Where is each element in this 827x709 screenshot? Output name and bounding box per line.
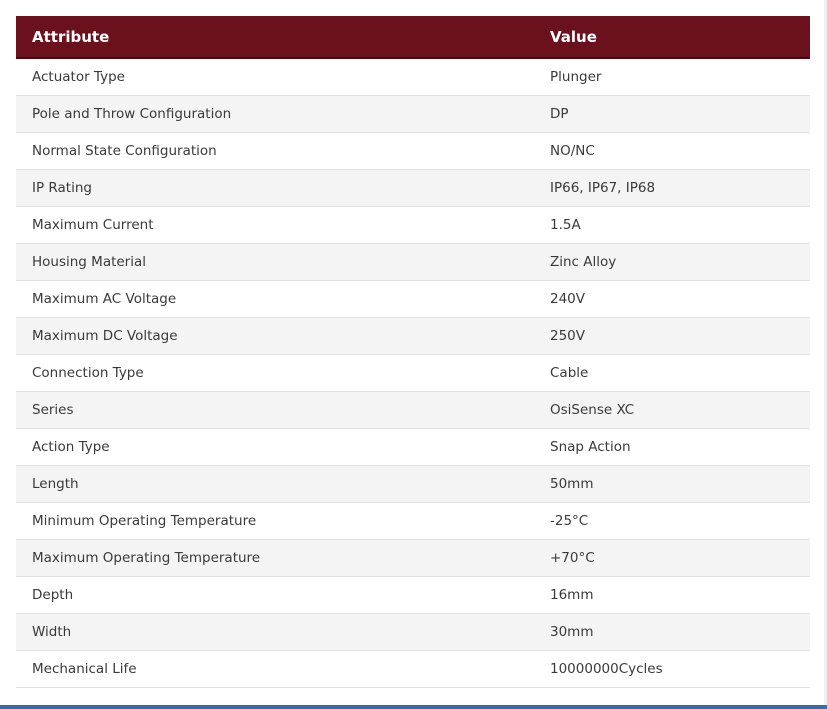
attribute-cell: Action Type bbox=[16, 428, 534, 466]
attribute-cell: Normal State Configuration bbox=[16, 132, 534, 170]
value-cell: Zinc Alloy bbox=[534, 243, 810, 281]
attribute-cell: Maximum AC Voltage bbox=[16, 280, 534, 318]
value-cell: 30mm bbox=[534, 613, 810, 651]
table-row: Normal State Configuration NO/NC bbox=[16, 132, 810, 170]
attribute-cell: Pole and Throw Configuration bbox=[16, 95, 534, 133]
attribute-cell: Maximum DC Voltage bbox=[16, 317, 534, 355]
value-cell: OsiSense XC bbox=[534, 391, 810, 429]
table-row: Width 30mm bbox=[16, 613, 810, 651]
attribute-cell: IP Rating bbox=[16, 169, 534, 207]
table-row: Pole and Throw Configuration DP bbox=[16, 95, 810, 133]
attribute-cell: Width bbox=[16, 613, 534, 651]
value-column-header: Value bbox=[534, 16, 810, 59]
value-cell: 240V bbox=[534, 280, 810, 318]
value-cell: 50mm bbox=[534, 465, 810, 503]
value-cell: 10000000Cycles bbox=[534, 650, 810, 688]
value-cell: -25°C bbox=[534, 502, 810, 540]
attribute-cell: Minimum Operating Temperature bbox=[16, 502, 534, 540]
table-row: Series OsiSense XC bbox=[16, 391, 810, 429]
attribute-cell: Length bbox=[16, 465, 534, 503]
table-row: Maximum DC Voltage 250V bbox=[16, 317, 810, 355]
bottom-divider bbox=[0, 705, 827, 709]
table-row: Maximum Operating Temperature +70°C bbox=[16, 539, 810, 577]
value-cell: 1.5A bbox=[534, 206, 810, 244]
table-row: Depth 16mm bbox=[16, 576, 810, 614]
table-row: Housing Material Zinc Alloy bbox=[16, 243, 810, 281]
attribute-cell: Actuator Type bbox=[16, 58, 534, 96]
attribute-cell: Mechanical Life bbox=[16, 650, 534, 688]
header-row: Attribute Value bbox=[16, 16, 810, 59]
table-row: Action Type Snap Action bbox=[16, 428, 810, 466]
value-cell: +70°C bbox=[534, 539, 810, 577]
table-row: Connection Type Cable bbox=[16, 354, 810, 392]
attribute-cell: Housing Material bbox=[16, 243, 534, 281]
value-cell: Snap Action bbox=[534, 428, 810, 466]
table-header: Attribute Value bbox=[16, 16, 810, 59]
table-row: Length 50mm bbox=[16, 465, 810, 503]
value-cell: Cable bbox=[534, 354, 810, 392]
table-row: Actuator Type Plunger bbox=[16, 58, 810, 96]
value-cell: Plunger bbox=[534, 58, 810, 96]
table-row: Maximum AC Voltage 240V bbox=[16, 280, 810, 318]
page: Attribute Value Actuator Type Plunger Po… bbox=[0, 0, 827, 709]
table-body: Actuator Type Plunger Pole and Throw Con… bbox=[16, 58, 810, 688]
table-row: Minimum Operating Temperature -25°C bbox=[16, 502, 810, 540]
value-cell: NO/NC bbox=[534, 132, 810, 170]
attribute-cell: Depth bbox=[16, 576, 534, 614]
specifications-table: Attribute Value Actuator Type Plunger Po… bbox=[16, 16, 810, 688]
value-cell: DP bbox=[534, 95, 810, 133]
value-cell: 250V bbox=[534, 317, 810, 355]
attribute-cell: Maximum Current bbox=[16, 206, 534, 244]
attribute-cell: Maximum Operating Temperature bbox=[16, 539, 534, 577]
attribute-cell: Series bbox=[16, 391, 534, 429]
attribute-column-header: Attribute bbox=[16, 16, 534, 59]
value-cell: 16mm bbox=[534, 576, 810, 614]
table-row: Mechanical Life 10000000Cycles bbox=[16, 650, 810, 688]
table-row: IP Rating IP66, IP67, IP68 bbox=[16, 169, 810, 207]
attribute-cell: Connection Type bbox=[16, 354, 534, 392]
value-cell: IP66, IP67, IP68 bbox=[534, 169, 810, 207]
table-row: Maximum Current 1.5A bbox=[16, 206, 810, 244]
